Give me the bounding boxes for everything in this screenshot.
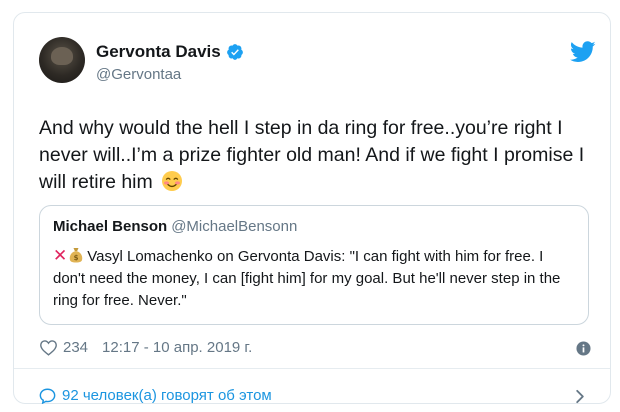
quoted-tweet-text: ✕ $ Vasyl Lomachenko on Gervonta Davis: … xyxy=(53,245,573,312)
author-name-text[interactable]: Gervonta Davis xyxy=(96,42,221,62)
verified-badge-icon xyxy=(226,43,244,61)
cross-mark-icon: ✕ xyxy=(53,246,68,265)
tweet-text: And why would the hell I step in da ring… xyxy=(39,115,599,196)
quoted-body: Vasyl Lomachenko on Gervonta Davis: "I c… xyxy=(53,248,561,309)
like-count[interactable]: 234 xyxy=(63,339,88,356)
quoted-tweet-header: Michael Benson @MichaelBensonn xyxy=(53,218,297,235)
tweet-card: Gervonta Davis @Gervontaa And why would … xyxy=(13,12,611,404)
twitter-bird-icon[interactable] xyxy=(570,41,596,63)
money-bag-icon: $ xyxy=(69,247,83,263)
tweet-body: And why would the hell I step in da ring… xyxy=(39,117,585,193)
author-name[interactable]: Gervonta Davis xyxy=(96,42,244,62)
speech-bubble-icon xyxy=(39,388,56,404)
author-handle[interactable]: @Gervontaa xyxy=(96,66,181,83)
timestamp[interactable]: 12:17 - 10 апр. 2019 г. xyxy=(102,339,252,356)
quoted-author-handle: @MichaelBensonn xyxy=(171,218,298,235)
quoted-author-name: Michael Benson xyxy=(53,218,168,235)
blush-emoji-icon xyxy=(161,170,183,192)
heart-icon[interactable] xyxy=(39,339,58,356)
conversation-link[interactable]: 92 человек(а) говорят об этом xyxy=(39,387,272,404)
quoted-tweet[interactable]: Michael Benson @MichaelBensonn ✕ $ Vasyl … xyxy=(39,205,589,325)
svg-text:$: $ xyxy=(74,254,79,262)
divider xyxy=(14,368,610,369)
avatar[interactable] xyxy=(39,37,85,83)
chevron-right-icon[interactable] xyxy=(575,389,585,404)
info-icon[interactable] xyxy=(576,341,591,356)
tweet-meta: 234 12:17 - 10 апр. 2019 г. xyxy=(39,339,252,356)
conversation-label[interactable]: 92 человек(а) говорят об этом xyxy=(62,387,272,404)
